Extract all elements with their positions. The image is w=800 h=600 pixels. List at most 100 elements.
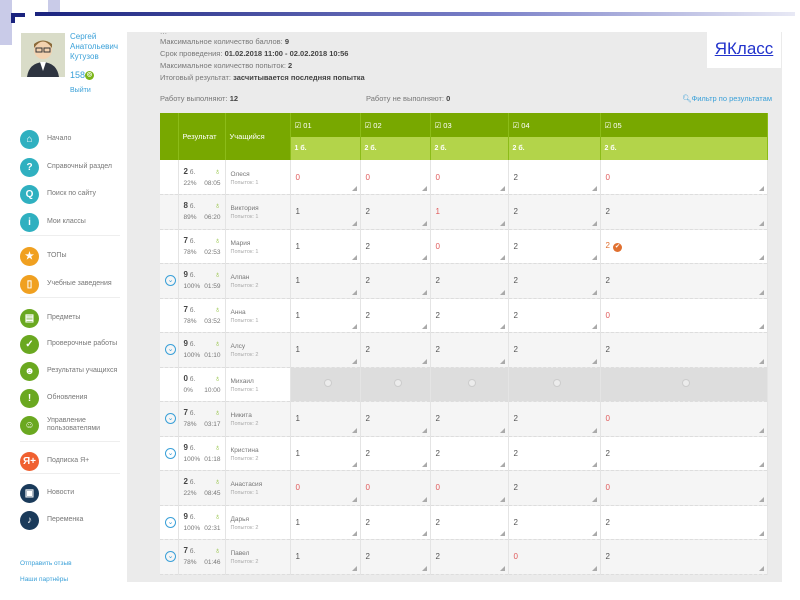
answer-cell[interactable]: 2 <box>600 505 768 540</box>
answer-cell[interactable]: 2 <box>600 539 768 575</box>
sidebar-item-bell[interactable]: ♪ Переменка <box>20 509 125 531</box>
student-cell[interactable]: Алсу Попыток: 2 <box>225 332 291 368</box>
expand-cell[interactable]: ⌄ <box>160 263 179 299</box>
answer-cell[interactable]: 2 <box>600 332 768 368</box>
answer-cell[interactable]: 2 <box>360 263 431 299</box>
answer-cell[interactable]: 0 <box>600 298 768 333</box>
expand-chevron-icon[interactable]: ⌄ <box>165 516 176 528</box>
answer-cell[interactable]: 1 <box>290 436 361 471</box>
header-student[interactable]: Учащийся <box>225 113 291 160</box>
expand-cell[interactable]: ⌄ <box>160 539 179 575</box>
answer-cell[interactable]: 1 <box>290 505 361 540</box>
answer-cell[interactable]: 2 <box>508 505 601 540</box>
sidebar-item-user-manage[interactable]: ☺ Управление пользователями <box>20 414 125 436</box>
answer-cell[interactable]: 0 <box>290 160 361 195</box>
header-question-3[interactable]: ☑ 03 <box>430 113 509 137</box>
expand-cell[interactable]: ⌄ <box>160 505 179 540</box>
student-cell[interactable]: Михаил Попыток: 1 <box>225 367 291 402</box>
sidebar-item-home[interactable]: ⌂ Начало <box>20 128 125 150</box>
student-cell[interactable]: Анастасия Попыток: 1 <box>225 470 291 506</box>
answer-cell[interactable]: 2 <box>430 298 509 333</box>
answer-cell[interactable]: 2 ✔ <box>600 229 768 264</box>
sidebar-item-users[interactable]: ☻ Результаты учащихся <box>20 360 125 382</box>
answer-cell[interactable]: 2 <box>360 229 431 264</box>
answer-cell[interactable]: 0 <box>290 470 361 506</box>
expand-chevron-icon[interactable]: ⌄ <box>165 447 176 459</box>
answer-cell[interactable]: 2 <box>508 194 601 230</box>
answer-cell[interactable]: 2 <box>430 505 509 540</box>
student-cell[interactable]: Никита Попыток: 2 <box>225 401 291 437</box>
answer-cell[interactable]: 2 <box>360 436 431 471</box>
answer-cell[interactable]: 2 <box>360 332 431 368</box>
answer-cell[interactable]: 0 <box>430 229 509 264</box>
yaklass-logo[interactable]: ЯКласс <box>707 32 781 68</box>
student-cell[interactable]: Кристина Попыток: 2 <box>225 436 291 471</box>
answer-cell[interactable]: 1 <box>290 332 361 368</box>
student-cell[interactable]: Олеся Попыток: 1 <box>225 160 291 195</box>
expand-chevron-icon[interactable]: ⌄ <box>165 551 176 563</box>
answer-cell[interactable]: 2 <box>360 539 431 575</box>
answer-cell[interactable]: 2 <box>430 401 509 437</box>
student-cell[interactable]: Анна Попыток: 1 <box>225 298 291 333</box>
student-cell[interactable]: Алпан Попыток: 2 <box>225 263 291 299</box>
answer-cell[interactable]: 1 <box>290 401 361 437</box>
sidebar-item-book[interactable]: ▤ Предметы <box>20 307 125 329</box>
answer-cell[interactable]: 2 <box>508 436 601 471</box>
answer-cell[interactable]: 2 <box>508 470 601 506</box>
answer-cell[interactable]: 0 <box>600 160 768 195</box>
answer-cell[interactable]: 2 <box>508 298 601 333</box>
header-question-4[interactable]: ☑ 04 <box>508 113 601 137</box>
sidebar-item-help[interactable]: ? Справочный раздел <box>20 156 125 178</box>
answer-cell[interactable]: 2 <box>430 539 509 575</box>
answer-cell[interactable]: 1 <box>290 263 361 299</box>
answer-cell[interactable]: 2 <box>430 263 509 299</box>
answer-cell[interactable]: 1 <box>290 229 361 264</box>
answer-cell[interactable]: 1 <box>290 194 361 230</box>
answer-cell[interactable]: 0 <box>508 539 601 575</box>
answer-cell[interactable]: 2 <box>430 332 509 368</box>
answer-cell[interactable]: 1 <box>430 194 509 230</box>
expand-cell[interactable]: ⌄ <box>160 436 179 471</box>
answer-cell[interactable]: 1 <box>290 298 361 333</box>
sidebar-item-exclamation[interactable]: ! Обновления <box>20 387 125 409</box>
answer-cell[interactable]: 2 <box>508 332 601 368</box>
sidebar-item-class[interactable]: i Мои классы <box>20 211 125 233</box>
student-cell[interactable]: Дарья Попыток: 2 <box>225 505 291 540</box>
answer-cell[interactable]: 2 <box>360 194 431 230</box>
answer-cell[interactable]: 2 <box>508 160 601 195</box>
answer-cell[interactable]: 0 <box>430 160 509 195</box>
student-cell[interactable]: Павел Попыток: 2 <box>225 539 291 575</box>
answer-cell[interactable]: 2 <box>360 505 431 540</box>
answer-cell[interactable]: 2 <box>600 263 768 299</box>
header-question-1[interactable]: ☑ 01 <box>290 113 361 137</box>
answer-cell[interactable]: 2 <box>508 229 601 264</box>
answer-cell[interactable]: 2 <box>600 194 768 230</box>
answer-cell[interactable]: 0 <box>600 401 768 437</box>
answer-cell[interactable]: 0 <box>360 470 431 506</box>
answer-cell[interactable]: 0 <box>430 470 509 506</box>
student-cell[interactable]: Мария Попыток: 1 <box>225 229 291 264</box>
answer-cell[interactable]: 1 <box>290 539 361 575</box>
answer-cell[interactable]: 2 <box>508 263 601 299</box>
expand-cell[interactable]: ⌄ <box>160 332 179 368</box>
sidebar-item-search[interactable]: Q Поиск по сайту <box>20 183 125 205</box>
answer-cell[interactable]: 0 <box>600 470 768 506</box>
sidebar-item-check[interactable]: ✓ Проверочные работы <box>20 333 125 355</box>
student-cell[interactable]: Виктория Попыток: 1 <box>225 194 291 230</box>
expand-chevron-icon[interactable]: ⌄ <box>165 413 176 425</box>
feedback-link[interactable]: Отправить отзыв <box>20 560 72 567</box>
sidebar-item-subscription[interactable]: Я+ Подписка Я+ <box>20 450 125 472</box>
filter-results-link[interactable]: 🔍︎Фильтр по результатам <box>682 94 772 103</box>
answer-cell[interactable]: 2 <box>600 436 768 471</box>
answer-cell[interactable]: 2 <box>508 401 601 437</box>
user-name[interactable]: Сергей Анатольевич Кутузов <box>70 32 118 62</box>
answer-cell[interactable]: 2 <box>430 436 509 471</box>
answer-cell[interactable]: 0 <box>360 160 431 195</box>
sidebar-item-school[interactable]: ▯ Учебные заведения <box>20 273 125 295</box>
sidebar-item-star[interactable]: ★ ТОПы <box>20 245 125 267</box>
header-result[interactable]: Результат <box>178 113 226 160</box>
logout-link[interactable]: Выйти <box>70 87 91 94</box>
answer-cell[interactable]: 2 <box>360 298 431 333</box>
header-question-5[interactable]: ☑ 05 <box>600 113 768 137</box>
expand-chevron-icon[interactable]: ⌄ <box>165 344 176 356</box>
